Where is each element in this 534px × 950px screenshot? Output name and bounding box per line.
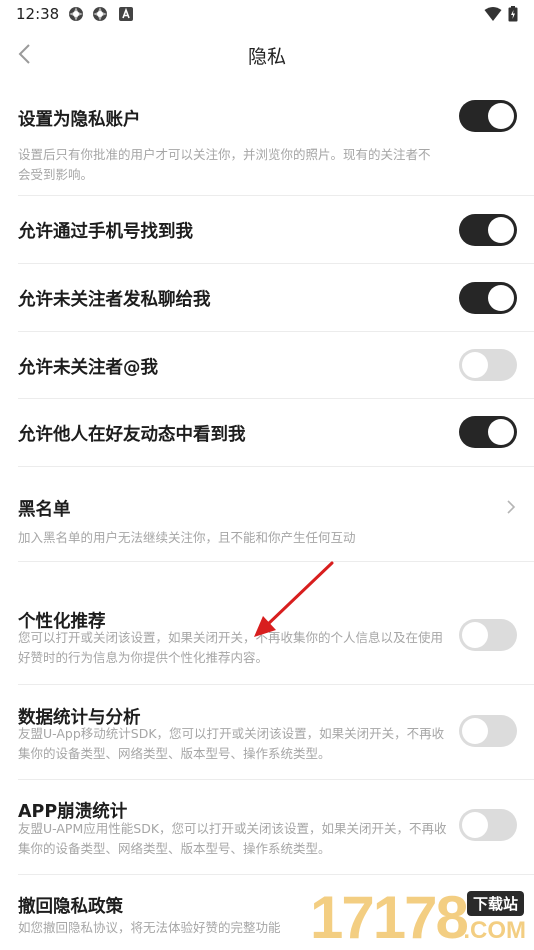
setting-description: 友盟U-APM应用性能SDK，您可以打开或关闭该设置，如果关闭开关，不再收集你的… [18,821,447,856]
setting-label: 允许通过手机号找到我 [18,222,193,242]
app-icon [93,7,107,21]
setting-label: 允许他人在好友动态中看到我 [18,425,246,445]
setting-row-private-account: 设置为隐私账户 设置后只有你批准的用户才可以关注你，并浏览你的照片。现有的关注者… [18,95,534,196]
setting-row-mention-from-non-followers: 允许未关注者@我 [18,332,534,399]
watermark-logo: 17178 下载站 .COM [310,885,534,950]
toggle-find-by-phone[interactable] [459,214,517,246]
toggle-knob [462,718,488,744]
watermark-badge: 下载站 [466,891,524,916]
toggle-knob [488,103,514,129]
setting-row-dm-from-non-followers: 允许未关注者发私聊给我 [18,264,534,332]
status-bar: 12:38 [0,0,534,28]
toggle-private-account[interactable] [459,100,517,132]
toggle-mention-from-non-followers[interactable] [459,349,517,381]
watermark-number: 17178 [310,884,469,950]
toggle-data-analytics[interactable] [459,715,517,747]
setting-row-visible-in-feed: 允许他人在好友动态中看到我 [18,399,534,467]
watermark-suffix: .COM [463,917,526,944]
toggle-crash-statistics[interactable] [459,809,517,841]
annotation-arrow-icon [254,561,334,637]
toggle-knob [488,285,514,311]
page-title: 隐私 [247,46,286,68]
setting-label: 撤回隐私政策 [18,897,123,917]
setting-description: 加入黑名单的用户无法继续关注你，且不能和你产生任何互动 [18,530,356,545]
app-bar: 隐私 [0,28,534,82]
toggle-personalized-recommendation[interactable] [459,619,517,651]
toggle-knob [488,217,514,243]
toggle-knob [462,352,488,378]
chevron-right-icon [507,500,516,514]
a-icon [119,7,133,21]
setting-description: 设置后只有你批准的用户才可以关注你，并浏览你的照片。现有的关注者不会受到影响。 [18,147,431,182]
setting-description: 友盟U-App移动统计SDK，您可以打开或关闭该设置，如果关闭开关，不再收集你的… [18,726,445,761]
toggle-visible-in-feed[interactable] [459,416,517,448]
status-time: 12:38 [16,5,60,23]
toggle-knob [488,419,514,445]
setting-row-find-by-phone: 允许通过手机号找到我 [18,196,534,264]
setting-row-data-analytics: 数据统计与分析 友盟U-App移动统计SDK，您可以打开或关闭该设置，如果关闭开… [18,685,534,780]
setting-label: 允许未关注者@我 [18,358,158,378]
wifi-icon [484,7,502,21]
setting-label: 设置为隐私账户 [18,110,141,130]
setting-label: 允许未关注者发私聊给我 [18,290,211,310]
toggle-dm-from-non-followers[interactable] [459,282,517,314]
setting-description: 您可以打开或关闭该设置，如果关闭开关，不再收集你的个人信息以及在使用好赞时的行为… [18,630,444,665]
toggle-knob [462,622,488,648]
setting-label: 黑名单 [18,500,71,520]
setting-row-crash-statistics: APP崩溃统计 友盟U-APM应用性能SDK，您可以打开或关闭该设置，如果关闭开… [18,780,534,875]
setting-row-blacklist[interactable]: 黑名单 加入黑名单的用户无法继续关注你，且不能和你产生任何互动 [18,467,534,562]
app-icon [69,7,83,21]
battery-icon [508,6,518,22]
toggle-knob [462,812,488,838]
